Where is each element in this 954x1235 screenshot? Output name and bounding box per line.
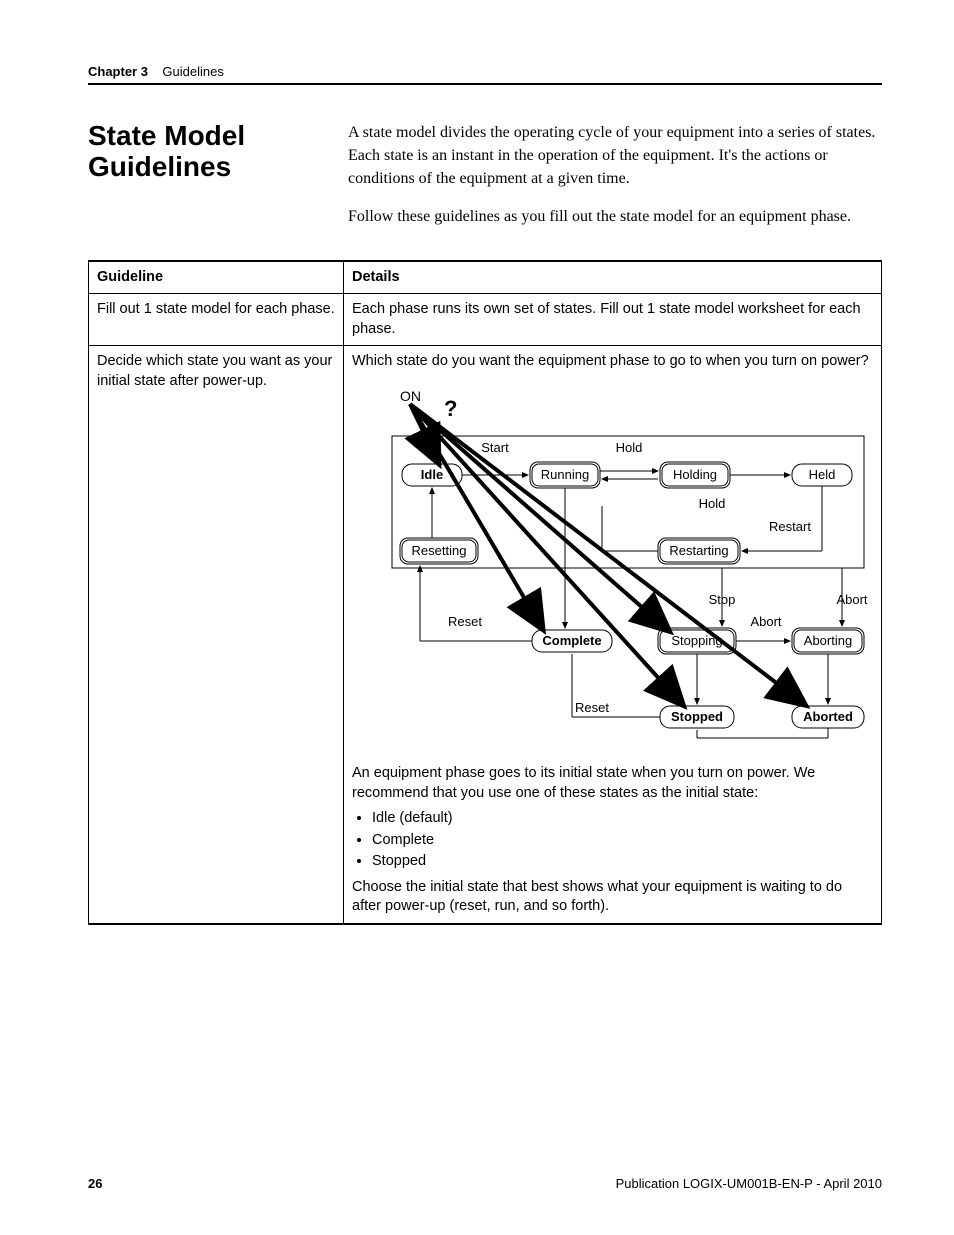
svg-text:Running: Running [541, 467, 589, 482]
running-header: Chapter 3 Guidelines [88, 64, 882, 79]
chapter-title: Guidelines [162, 64, 223, 79]
row2-intro: Which state do you want the equipment ph… [352, 352, 873, 372]
transition-stop: Stop [709, 592, 736, 607]
bullet-complete: Complete [372, 831, 873, 851]
state-running: Running [530, 462, 600, 488]
bullet-stopped: Stopped [372, 852, 873, 872]
transition-restart: Restart [769, 519, 811, 534]
row1-guideline: Fill out 1 state model for each phase. [89, 294, 344, 346]
question-mark-icon: ? [444, 396, 457, 421]
state-aborting: Aborting [792, 628, 864, 654]
state-restarting: Restarting [658, 538, 740, 564]
svg-text:Held: Held [809, 467, 836, 482]
state-held: Held [792, 464, 852, 486]
transition-hold-top: Hold [616, 440, 643, 455]
header-rule [88, 83, 882, 85]
transition-start: Start [481, 440, 509, 455]
state-holding: Holding [660, 462, 730, 488]
svg-text:Restarting: Restarting [669, 543, 728, 558]
svg-text:Stopped: Stopped [671, 709, 723, 724]
transition-reset-left: Reset [448, 614, 482, 629]
state-resetting: Resetting [400, 538, 478, 564]
svg-text:Idle: Idle [421, 467, 443, 482]
transition-hold-mid: Hold [699, 496, 726, 511]
row1-details: Each phase runs its own set of states. F… [344, 294, 882, 346]
row2-details: Which state do you want the equipment ph… [344, 346, 882, 924]
svg-text:Holding: Holding [673, 467, 717, 482]
bullet-idle: Idle (default) [372, 809, 873, 829]
th-guideline: Guideline [89, 261, 344, 294]
svg-text:Resetting: Resetting [412, 543, 467, 558]
chapter-label: Chapter 3 [88, 64, 148, 79]
svg-text:Aborted: Aborted [803, 709, 853, 724]
svg-text:Aborting: Aborting [804, 633, 852, 648]
on-label: ON [400, 388, 421, 404]
state-aborted: Aborted [792, 706, 864, 728]
row2-guideline: Decide which state you want as your init… [89, 346, 344, 924]
transition-abort-mid: Abort [750, 614, 781, 629]
guidelines-table: Guideline Details Fill out 1 state model… [88, 260, 882, 925]
intro-paragraph-2: Follow these guidelines as you fill out … [348, 205, 882, 228]
transition-abort-right: Abort [836, 592, 867, 607]
page-number: 26 [88, 1176, 102, 1191]
publication-info: Publication LOGIX-UM001B-EN-P - April 20… [616, 1176, 882, 1191]
transition-reset-bottom: Reset [575, 700, 609, 715]
th-details: Details [344, 261, 882, 294]
state-complete: Complete [532, 630, 612, 652]
state-diagram: ON ? Idle Running Holding Held Resetting… [352, 386, 872, 746]
initial-state-bullets: Idle (default) Complete Stopped [372, 809, 873, 872]
svg-text:Complete: Complete [542, 633, 601, 648]
intro-paragraph-1: A state model divides the operating cycl… [348, 121, 882, 191]
row2-after-diagram: An equipment phase goes to its initial s… [352, 764, 873, 803]
section-title: State Model Guidelines [88, 121, 318, 242]
state-stopped: Stopped [660, 706, 734, 728]
row2-closing: Choose the initial state that best shows… [352, 878, 873, 917]
